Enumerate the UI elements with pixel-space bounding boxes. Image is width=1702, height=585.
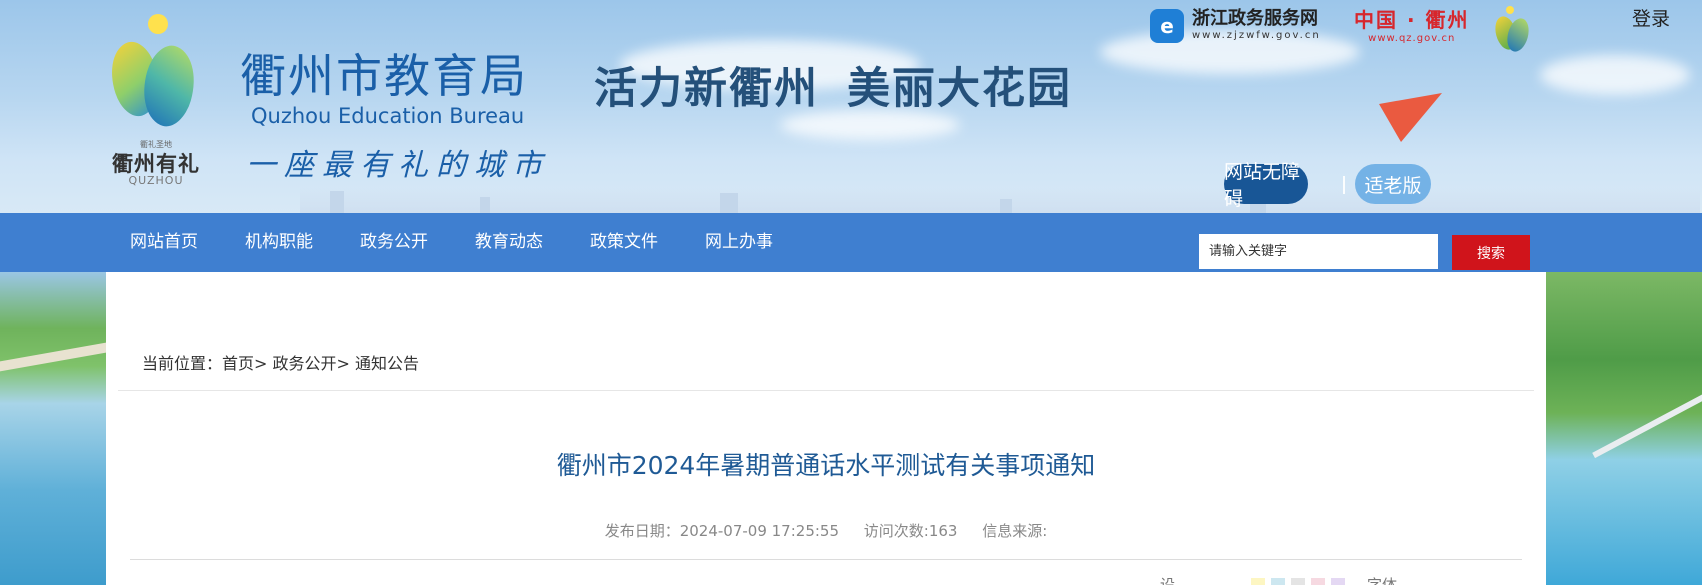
- divider: [1343, 176, 1345, 194]
- divider: [118, 390, 1534, 391]
- nav-item-online-service[interactable]: 网上办事: [705, 213, 773, 272]
- breadcrumb-prefix: 当前位置：: [142, 354, 223, 373]
- zjzwfw-link[interactable]: e 浙江政务服务网 www.zjzwfw.gov.cn: [1150, 7, 1321, 45]
- breadcrumb-current[interactable]: 通知公告: [355, 354, 419, 373]
- bg-swatch-blue[interactable]: [1271, 577, 1286, 585]
- qzgov-link[interactable]: 中国 · 衢州 www.qz.gov.cn: [1354, 8, 1470, 46]
- breadcrumb-separator: >: [336, 354, 356, 373]
- bg-swatch-yellow[interactable]: [1251, 577, 1266, 585]
- login-link[interactable]: 登录: [1632, 4, 1670, 31]
- headline-banner: 活力新衢州 美丽大花园: [594, 54, 1072, 116]
- headline-part2: 美丽大花园: [847, 64, 1072, 114]
- zjzwfw-url: www.zjzwfw.gov.cn: [1192, 30, 1321, 41]
- breadcrumb-section[interactable]: 政务公开: [273, 354, 337, 373]
- site-title[interactable]: 衢州市教育局: [240, 40, 528, 106]
- background-landscape-right: [1546, 272, 1702, 585]
- nav-item-edu-news[interactable]: 教育动态: [475, 213, 543, 272]
- bg-swatch-gray[interactable]: [1291, 577, 1306, 585]
- article-card: 当前位置：首页> 政务公开> 通知公告 衢州市2024年暑期普通话水平测试有关事…: [106, 272, 1546, 585]
- breadcrumb-home[interactable]: 首页: [222, 354, 254, 373]
- divider: [130, 559, 1522, 560]
- main-nav: 网站首页 机构职能 政务公开 教育动态 政策文件 网上办事: [0, 213, 1702, 272]
- cloud-decoration: [1540, 55, 1690, 95]
- site-header: 衢礼圣地 衢州有礼 QUZHOU 衢州市教育局 Quzhou Education…: [0, 0, 1702, 213]
- article-title: 衢州市2024年暑期普通话水平测试有关事项通知: [556, 451, 1096, 480]
- sun-icon: [148, 14, 168, 34]
- bg-color-label: 设: [1160, 576, 1176, 585]
- logo-en-text: QUZHOU: [128, 174, 184, 187]
- background-landscape-left: [0, 272, 106, 585]
- quzhou-logo[interactable]: 衢礼圣地 衢州有礼 QUZHOU: [101, 14, 206, 190]
- font-size-label: 字体: [1367, 576, 1398, 585]
- qzgov-name: 中国 · 衢州: [1354, 8, 1470, 32]
- search-button[interactable]: 搜索: [1452, 235, 1530, 270]
- article-tools: 设 字体: [1160, 574, 1397, 585]
- qzgov-url: www.qz.gov.cn: [1368, 33, 1456, 44]
- nav-item-home[interactable]: 网站首页: [130, 213, 198, 272]
- bg-swatch-pink[interactable]: [1311, 577, 1326, 585]
- site-title-en: Quzhou Education Bureau: [251, 104, 525, 128]
- breadcrumb-separator: >: [254, 354, 273, 373]
- nav-item-functions[interactable]: 机构职能: [245, 213, 313, 272]
- nav-item-gov-affairs[interactable]: 政务公开: [360, 213, 428, 272]
- paper-plane-icon: [1379, 73, 1453, 143]
- zjzwfw-name: 浙江政务服务网: [1192, 8, 1318, 29]
- breadcrumb: 当前位置：首页> 政务公开> 通知公告: [142, 350, 419, 374]
- bg-swatch-purple[interactable]: [1331, 577, 1346, 585]
- publish-date: 发布日期：2024-07-09 17:25:55: [604, 522, 839, 540]
- search-input[interactable]: [1199, 234, 1438, 269]
- elder-mode-button[interactable]: 适老版: [1355, 164, 1431, 204]
- nav-item-policy[interactable]: 政策文件: [590, 213, 658, 272]
- mini-logo-icon[interactable]: [1491, 6, 1533, 55]
- article-meta: 发布日期：2024-07-09 17:25:55 访问次数:163 信息来源:: [106, 520, 1546, 541]
- zjzwfw-icon: e: [1150, 9, 1184, 43]
- headline-part1: 活力新衢州: [594, 64, 819, 114]
- site-slogan: 一座最有礼的城市: [246, 148, 550, 183]
- accessibility-button[interactable]: 网站无障碍: [1224, 161, 1308, 210]
- city-skyline: [300, 187, 1700, 213]
- visit-count: 访问次数:163: [863, 522, 958, 540]
- info-source: 信息来源:: [982, 522, 1048, 540]
